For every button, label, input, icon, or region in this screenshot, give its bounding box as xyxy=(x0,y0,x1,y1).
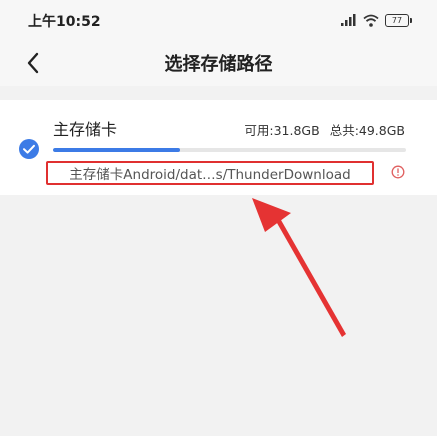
status-time: 上午10:52 xyxy=(28,14,101,30)
header: 选择存储路径 xyxy=(0,40,437,86)
storage-stats: 可用:31.8GB 总共:49.8GB xyxy=(244,120,405,139)
storage-usage-bar xyxy=(53,148,406,152)
storage-total: 总共:49.8GB xyxy=(329,123,405,138)
info-circle-icon[interactable] xyxy=(391,165,405,179)
page-title: 选择存储路径 xyxy=(164,54,273,75)
battery-level: 77 xyxy=(391,15,403,25)
status-bar: 上午10:52 77 xyxy=(0,0,437,40)
signal-icon xyxy=(341,14,356,26)
storage-path-text: 主存储卡Android/dat…s/ThunderDownload xyxy=(69,167,351,183)
arrow-shaft xyxy=(273,213,346,337)
status-icons: 77 xyxy=(341,12,412,28)
storage-option-main[interactable]: 主存储卡 可用:31.8GB 总共:49.8GB 主存储卡Android/dat…… xyxy=(0,100,437,195)
storage-name: 主存储卡 xyxy=(53,120,118,139)
check-circle-icon xyxy=(19,139,39,159)
battery-icon: 77 xyxy=(385,13,412,27)
storage-path[interactable]: 主存储卡Android/dat…s/ThunderDownload xyxy=(46,161,374,185)
storage-available: 可用:31.8GB xyxy=(244,123,320,138)
storage-usage-fill xyxy=(53,148,181,152)
arrow-head xyxy=(252,198,291,232)
wifi-icon xyxy=(363,14,379,27)
